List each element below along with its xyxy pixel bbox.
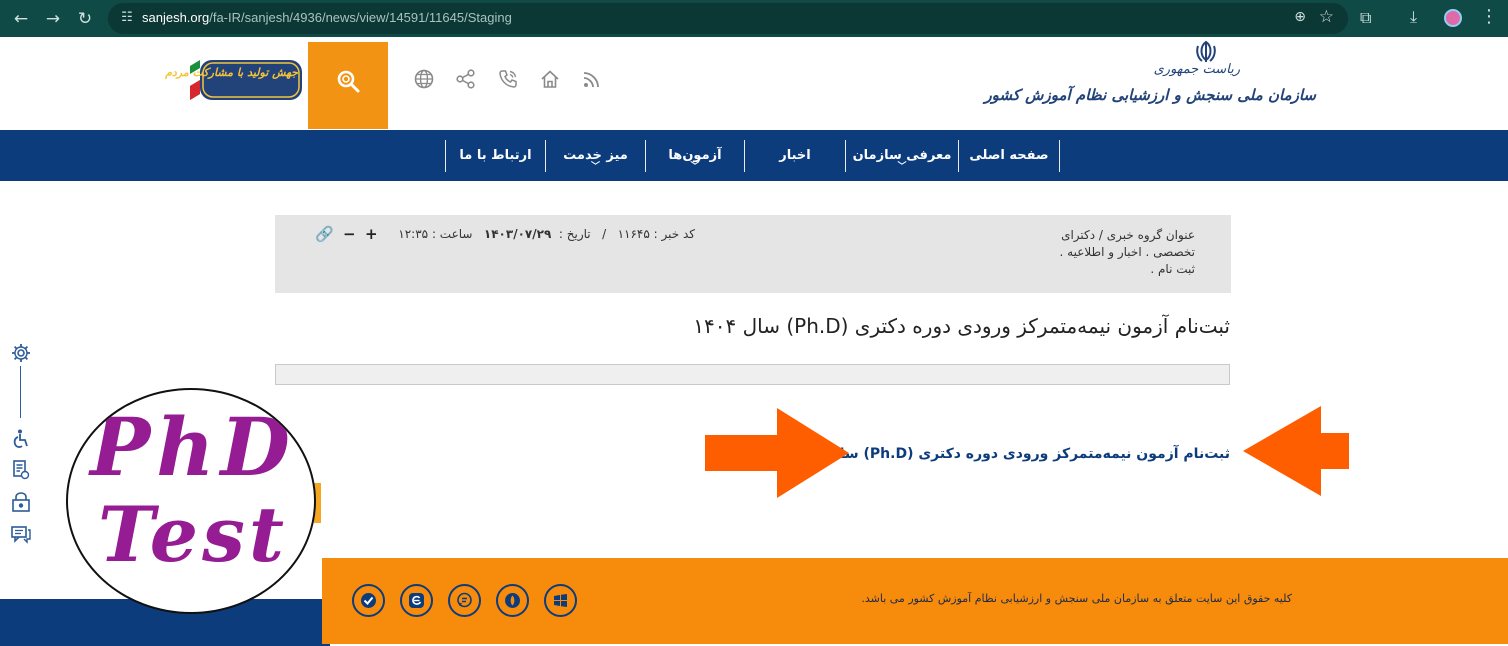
news-title: ثبت‌نام آزمون نیمه‌متمرکز ورودی دوره دکت… (693, 314, 1230, 338)
news-group-path: عنوان گروه خبری / دکترای تخصصی . اخبار و… (1059, 228, 1195, 276)
bookmark-star-icon[interactable]: ☆ (1319, 7, 1334, 27)
copyright-text: کلیه حقوق این سایت متعلق به سازمان ملی س… (861, 592, 1292, 605)
rubika-icon[interactable] (496, 584, 529, 617)
nav-news[interactable]: اخبار (744, 140, 846, 172)
logo-title[interactable]: سازمان ملی سنجش و ارزشیابی نظام آموزش کش… (984, 86, 1316, 104)
url-text[interactable]: sanjesh.org/fa-IR/sanjesh/4936/news/view… (142, 10, 512, 25)
link-icon[interactable]: 🔗 (315, 226, 334, 242)
back-icon[interactable]: ← (10, 8, 32, 30)
browser-menu-icon[interactable]: ⋮ (1480, 6, 1498, 27)
profile-avatar[interactable] (1444, 9, 1462, 27)
main-navigation: صفحه اصلی معرفی سازمان ﹀ اخبار آزمون‌ها ﹀ … (0, 130, 1508, 181)
address-bar[interactable]: ☷ sanjesh.org/fa-IR/sanjesh/4936/news/vi… (108, 3, 1348, 34)
browser-toolbar: ← → ↻ ☷ sanjesh.org/fa-IR/sanjesh/4936/n… (0, 0, 1508, 37)
nav-home[interactable]: صفحه اصلی (958, 140, 1060, 172)
nav-service-desk[interactable]: میز خدمت ﹀ (545, 140, 646, 172)
iran-emblem-icon (1196, 40, 1216, 62)
text-size-tools: + − 🔗 (315, 226, 385, 242)
news-meta-box: عنوان گروه خبری / دکترای تخصصی . اخبار و… (275, 215, 1231, 293)
document-icon[interactable] (10, 459, 32, 481)
arrow-left-icon (1243, 406, 1349, 496)
site-info-icon[interactable]: ☷ (118, 9, 136, 27)
font-decrease-icon[interactable]: − (343, 226, 356, 242)
download-icon[interactable]: ⤓ (1410, 7, 1417, 27)
extensions-icon[interactable]: ⧉ (1360, 8, 1371, 28)
chevron-down-icon: ﹀ (897, 162, 907, 172)
toolbar-divider (20, 366, 21, 418)
accessibility-icon[interactable] (10, 428, 32, 450)
globe-icon[interactable] (413, 68, 435, 90)
watermark-line-1: PhD (90, 400, 296, 494)
nav-exams[interactable]: آزمون‌ها ﹀ (645, 140, 745, 172)
chat-icon[interactable] (448, 584, 481, 617)
settings-icon[interactable] (10, 342, 32, 364)
share-icon[interactable] (455, 68, 477, 90)
content-bar (275, 364, 1230, 385)
phd-test-watermark: PhD Test (66, 388, 316, 614)
comment-icon[interactable] (10, 523, 32, 545)
chevron-down-icon: ﹀ (590, 162, 600, 172)
news-info: کد خبر : ۱۱۶۴۵ / تاریخ : ۱۴۰۳/۰۷/۲۹ ساعت… (398, 227, 695, 241)
registration-link[interactable]: ثبت‌نام آزمون نیمه‌متمرکز ورودی دوره دکت… (788, 446, 1230, 462)
reload-icon[interactable]: ↻ (74, 8, 96, 30)
site-footer: کلیه حقوق این سایت متعلق به سازمان ملی س… (322, 558, 1508, 644)
eitaa-icon[interactable] (400, 584, 433, 617)
forward-icon[interactable]: → (42, 8, 64, 30)
font-increase-icon[interactable]: + (365, 226, 378, 242)
nav-about[interactable]: معرفی سازمان ﹀ (845, 140, 959, 172)
phone-icon[interactable] (497, 68, 519, 90)
lock-icon[interactable] (10, 491, 32, 513)
search-button[interactable] (308, 42, 388, 129)
chevron-down-icon: ﹀ (690, 162, 700, 172)
check-icon[interactable] (352, 584, 385, 617)
rss-icon[interactable] (581, 68, 603, 90)
production-leap-badge (190, 60, 302, 100)
badge-text: جهش تولید با مشارکت مردم (165, 66, 298, 79)
logo-subtitle: ریاست جمهوری (1153, 62, 1240, 77)
home-icon[interactable] (539, 68, 561, 90)
zoom-icon[interactable]: ⊕ (1294, 9, 1306, 25)
windows-icon[interactable] (544, 584, 577, 617)
nav-contact[interactable]: ارتباط با ما (445, 140, 546, 172)
search-icon (337, 70, 360, 93)
arrow-right-icon (705, 408, 849, 498)
watermark-line-2: Test (97, 490, 289, 579)
